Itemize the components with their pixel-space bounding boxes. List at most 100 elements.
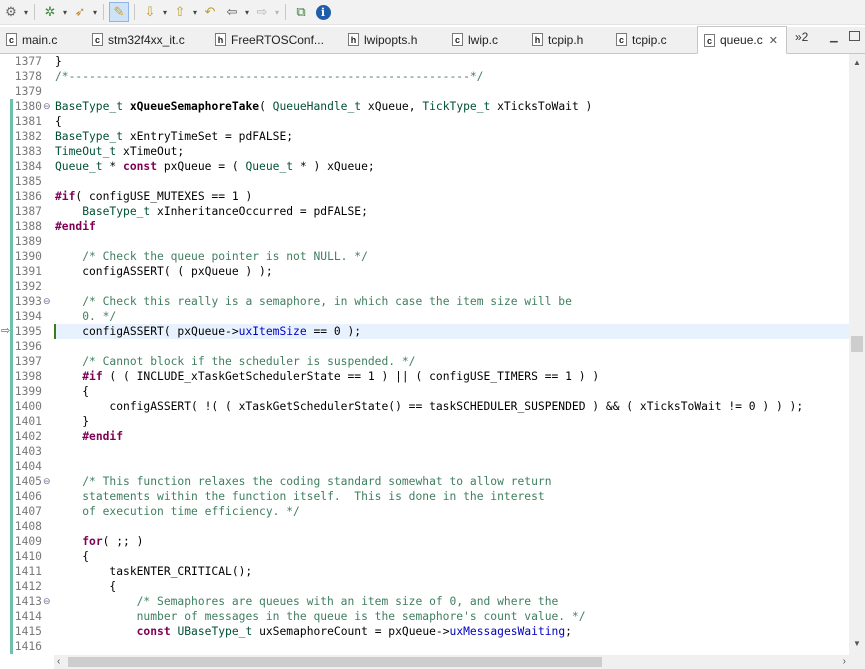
code-line[interactable]: for( ;; ) [55,534,849,549]
minimize-icon[interactable]: ▁ [830,32,838,43]
code-line[interactable]: BaseType_t xEntryTimeSet = pdFALSE; [55,129,849,144]
code-line[interactable]: } [55,414,849,429]
code-line[interactable]: #if ( ( INCLUDE_xTaskGetSchedulerState =… [55,369,849,384]
new-window-icon[interactable]: ⧉ [291,2,311,22]
code-line[interactable]: #endif [55,429,849,444]
back-dropdown-arrow[interactable]: ▾ [243,2,251,22]
line-number: 1408 [14,520,42,533]
info-button[interactable]: i [313,2,333,22]
toolbar-separator [34,4,35,20]
code-line[interactable] [55,459,849,474]
scroll-left-icon[interactable]: ‹ [57,656,60,667]
external-tools-dropdown-arrow[interactable]: ▾ [91,2,99,22]
line-number: 1406 [14,490,42,503]
previous-annotation-dropdown-arrow[interactable]: ▾ [191,2,199,22]
next-annotation-dropdown-arrow[interactable]: ▾ [161,2,169,22]
line-number: 1414 [14,610,42,623]
debug-bug-icon[interactable]: ✲ [40,2,60,22]
line-number: 1412 [14,580,42,593]
line-number: 1393 [14,295,42,308]
line-number: 1383 [14,145,42,158]
tab-label: FreeRTOSConf... [231,32,324,47]
tab-tcpip-c[interactable]: c tcpip.c [610,27,667,52]
code-line[interactable]: BaseType_t xInheritanceOccurred = pdFALS… [55,204,849,219]
code-line[interactable] [55,234,849,249]
fold-collapse-icon[interactable]: ⊖ [43,474,51,489]
vertical-scroll-thumb[interactable] [851,336,863,352]
debug-dropdown-arrow[interactable]: ▾ [61,2,69,22]
horizontal-scroll-thumb[interactable] [68,657,602,667]
tab-label: main.c [22,32,58,47]
tab-stm32f4xx-it-c[interactable]: c stm32f4xx_it.c [86,27,185,52]
code-line[interactable]: 0. */ [55,309,849,324]
previous-annotation-icon[interactable]: ⇧ [170,2,190,22]
line-number: 1387 [14,205,42,218]
next-annotation-icon[interactable]: ⇩ [140,2,160,22]
run-dropdown-arrow[interactable]: ▾ [22,2,30,22]
code-line[interactable]: Queue_t * const pxQueue = ( Queue_t * ) … [55,159,849,174]
tab-main-c[interactable]: c main.c [0,27,57,52]
code-line[interactable]: { [55,384,849,399]
code-line[interactable]: /* Semaphores are queues with an item si… [55,594,849,609]
line-number: 1384 [14,160,42,173]
vertical-scrollbar[interactable]: ▲ ▼ [849,54,865,655]
code-line[interactable]: } [55,54,849,69]
line-number: 1382 [14,130,42,143]
code-line[interactable] [55,639,849,654]
info-icon: i [315,4,331,20]
code-line[interactable]: /* Check this really is a semaphore, in … [55,294,849,309]
code-line[interactable]: configASSERT( ( pxQueue ) ); [55,264,849,279]
line-number: 1396 [14,340,42,353]
toggle-mark-occurrences-icon[interactable]: ✎ [109,2,129,22]
code-line[interactable] [55,444,849,459]
code-line[interactable] [55,174,849,189]
code-line[interactable]: const UBaseType_t uxSemaphoreCount = pxQ… [55,624,849,639]
maximize-icon[interactable] [849,31,860,41]
fold-collapse-icon[interactable]: ⊖ [43,99,51,114]
code-line[interactable]: of execution time efficiency. */ [55,504,849,519]
forward-dropdown-arrow[interactable]: ▾ [273,2,281,22]
line-number: 1398 [14,370,42,383]
fold-collapse-icon[interactable]: ⊖ [43,294,51,309]
external-tools-icon[interactable]: ➶ [70,2,90,22]
code-line[interactable] [55,279,849,294]
tab-lwip-c[interactable]: c lwip.c [446,27,498,52]
fold-collapse-icon[interactable]: ⊖ [43,594,51,609]
code-line[interactable]: { [55,114,849,129]
close-icon[interactable]: ✕ [769,34,778,47]
code-line[interactable]: { [55,549,849,564]
code-line[interactable] [55,84,849,99]
code-line[interactable]: /* This function relaxes the coding stan… [55,474,849,489]
code-line[interactable]: { [55,579,849,594]
scroll-down-icon[interactable]: ▼ [853,639,861,648]
c-file-icon: c [6,33,17,46]
code-line[interactable] [55,339,849,354]
scroll-right-icon[interactable]: › [843,656,846,667]
code-line[interactable]: /*--------------------------------------… [55,69,849,84]
forward-icon[interactable]: ⇨ [252,2,272,22]
horizontal-scrollbar[interactable]: ‹ › [54,655,849,669]
tab-overflow-button[interactable]: »2 [795,30,808,44]
back-icon[interactable]: ⇦ [222,2,242,22]
last-edit-location-icon[interactable]: ↶ [200,2,220,22]
code-line[interactable]: configASSERT( !( ( xTaskGetSchedulerStat… [55,399,849,414]
tab-freertosconf-h[interactable]: h FreeRTOSConf... [209,27,324,52]
code-line[interactable]: /* Cannot block if the scheduler is susp… [55,354,849,369]
tab-queue-c[interactable]: c queue.c ✕ [697,26,787,54]
line-number: 1411 [14,565,42,578]
code-line[interactable]: number of messages in the queue is the s… [55,609,849,624]
code-line[interactable]: TimeOut_t xTimeOut; [55,144,849,159]
run-gear-icon[interactable]: ⚙ [1,2,21,22]
code-line[interactable]: #if( configUSE_MUTEXES == 1 ) [55,189,849,204]
code-line[interactable] [55,519,849,534]
code-line[interactable]: BaseType_t xQueueSemaphoreTake( QueueHan… [55,99,849,114]
code-line[interactable]: statements within the function itself. T… [55,489,849,504]
code-line[interactable]: configASSERT( pxQueue->uxItemSize == 0 )… [55,324,849,339]
code-line[interactable]: taskENTER_CRITICAL(); [55,564,849,579]
tab-lwipopts-h[interactable]: h lwipopts.h [342,27,417,52]
tab-tcpip-h[interactable]: h tcpip.h [526,27,583,52]
code-line[interactable]: #endif [55,219,849,234]
scroll-up-icon[interactable]: ▲ [853,58,861,67]
code-line[interactable]: /* Check the queue pointer is not NULL. … [55,249,849,264]
code-editor[interactable]: 1377 1378 1379 1380 ⊖ 1381 1382 1383 1384 1385 138… [0,54,849,655]
